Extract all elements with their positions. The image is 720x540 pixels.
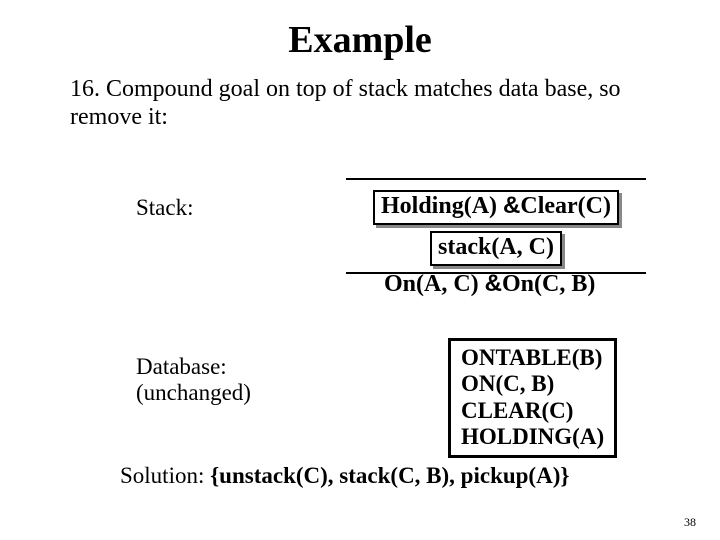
goal-expression: On(A, C) &On(C, B) (384, 270, 595, 298)
goal-on-ac: On(A, C) (384, 271, 479, 297)
db-line-clear: CLEAR(C) (461, 398, 604, 424)
solution-value: {unstack(C), stack(C, B), pickup(A)} (210, 463, 569, 488)
goal-on-cb: On(C, B) (502, 271, 595, 297)
database-label: Database: (unchanged) (136, 354, 251, 407)
solution-line: Solution: {unstack(C), stack(C, B), pick… (120, 463, 569, 489)
db-line-on: ON(C, B) (461, 371, 604, 397)
stack-row-2: stack(A, C) (346, 231, 646, 266)
database-box: ONTABLE(B) ON(C, B) CLEAR(C) HOLDING(A) (448, 338, 617, 458)
database-label-line2: (unchanged) (136, 380, 251, 406)
db-line-holding: HOLDING(A) (461, 424, 604, 450)
slide: Example 16. Compound goal on top of stac… (0, 0, 720, 540)
stack-box-holding-clear: Holding(A) &Clear(C) (373, 190, 619, 225)
stack-area: Holding(A) &Clear(C) stack(A, C) (346, 178, 646, 274)
slide-title: Example (0, 18, 720, 62)
db-line-ontable: ONTABLE(B) (461, 345, 604, 371)
stack-text-clear: Clear(C) (520, 193, 611, 219)
step-description: 16. Compound goal on top of stack matche… (70, 76, 630, 131)
ampersand-icon: & (485, 270, 502, 297)
ampersand-icon: & (503, 192, 520, 219)
page-number: 38 (684, 515, 696, 530)
stack-label: Stack: (136, 195, 194, 221)
stack-text-holding: Holding(A) (381, 193, 497, 219)
stack-row-1: Holding(A) &Clear(C) (346, 190, 646, 225)
solution-label: Solution: (120, 463, 210, 488)
database-label-line1: Database: (136, 354, 251, 380)
stack-box-stackac: stack(A, C) (430, 231, 562, 266)
